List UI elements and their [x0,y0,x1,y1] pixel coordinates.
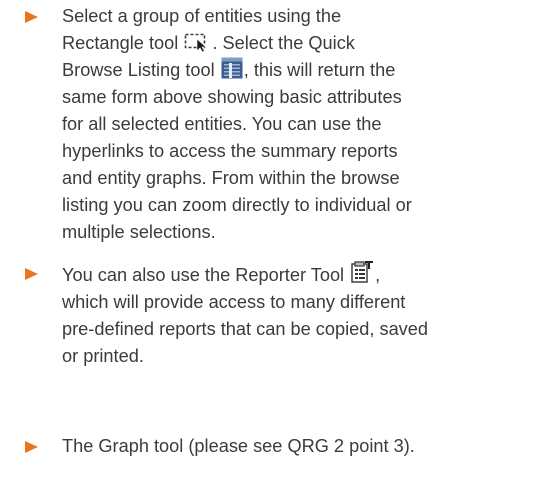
text-line: hyperlinks to access the summary reports [62,141,398,161]
reporter-tool-icon [350,260,374,284]
text-line: The Graph tool (please see QRG 2 point 3… [62,436,415,456]
quick-browse-listing-tool-icon [221,57,243,79]
bullet-arrow-icon [25,11,38,23]
bullet-arrow-icon [25,268,38,280]
bullet-arrow-icon [25,441,38,453]
rectangle-select-tool-icon [184,33,211,52]
text-line: or printed. [62,346,144,366]
text-line: multiple selections. [62,222,216,242]
bullet-paragraph: You can also use the Reporter Tool , whi… [62,260,546,370]
text-line: for all selected entities. You can use t… [62,114,382,134]
bullet-paragraph: The Graph tool (please see QRG 2 point 3… [62,433,546,460]
text-fragment: You can also use the Reporter Tool [62,265,345,285]
text-line: Browse Listing tool , this will return t… [62,57,546,84]
text-line: You can also use the Reporter Tool , [62,260,546,289]
text-fragment: Browse Listing tool [62,60,215,80]
text-line: which will provide access to many differ… [62,292,406,312]
text-line: and entity graphs. From within the brows… [62,168,400,188]
text-line: Rectangle tool . Select the Quick [62,30,546,57]
text-fragment: , [375,265,381,285]
text-line: same form above showing basic attributes [62,87,402,107]
text-line: Select a group of entities using the [62,6,342,26]
text-line: pre-defined reports that can be copied, … [62,319,429,339]
text-fragment: Rectangle tool [62,33,179,53]
text-line: listing you can zoom directly to individ… [62,195,412,215]
text-fragment: , this will return the [243,60,396,80]
text-fragment: . Select the Quick [212,33,355,53]
bullet-paragraph: Select a group of entities using the Rec… [62,3,546,246]
